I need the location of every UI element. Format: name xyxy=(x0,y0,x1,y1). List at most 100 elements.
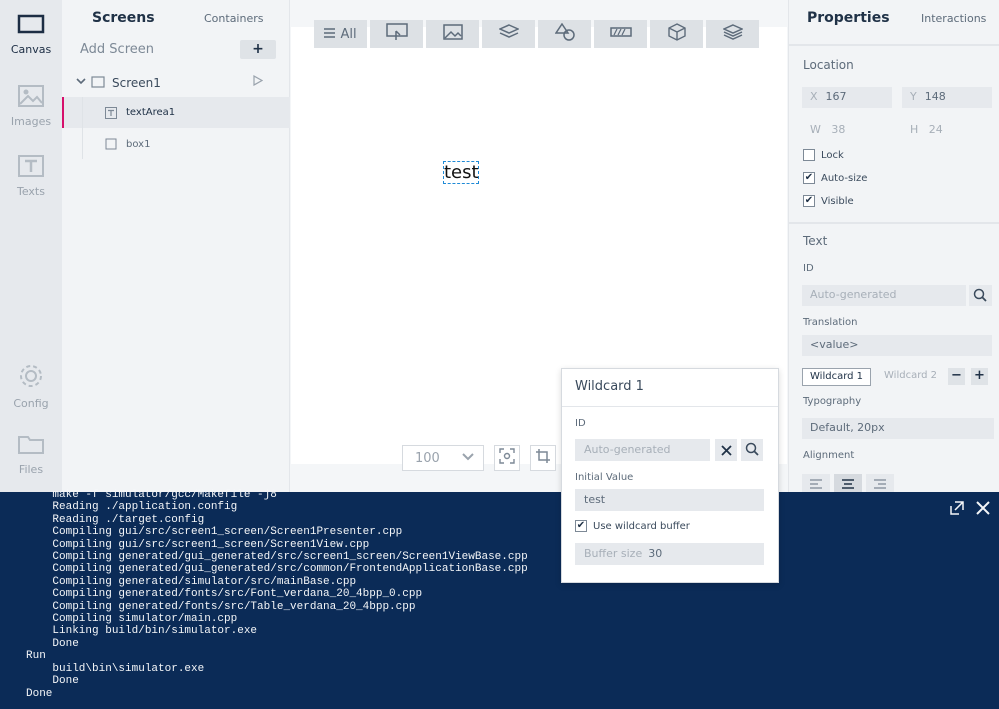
chevron-down-icon[interactable] xyxy=(76,76,86,89)
check-icon: ✔ xyxy=(803,172,815,184)
typography-label: Typography xyxy=(803,396,862,407)
add-screen-button[interactable]: + xyxy=(240,40,276,59)
filter-progress-button[interactable] xyxy=(594,20,647,48)
initial-value-input[interactable]: test xyxy=(575,489,764,511)
translation-field[interactable]: <value> xyxy=(802,335,992,356)
rail-label: Images xyxy=(10,115,52,128)
tree-item-label: textArea1 xyxy=(126,107,176,118)
location-heading: Location xyxy=(803,58,854,72)
tab-screens[interactable]: Screens xyxy=(92,10,155,26)
rail-item-images[interactable]: Images xyxy=(0,84,62,128)
h-label: H xyxy=(910,123,919,136)
rail-label: Config xyxy=(13,397,49,410)
search-icon xyxy=(745,441,759,460)
rail-item-canvas[interactable]: Canvas xyxy=(0,14,62,56)
chevron-down-icon xyxy=(461,449,475,466)
rail-label: Texts xyxy=(17,185,45,198)
checkbox-label: Visible xyxy=(821,195,854,207)
divider xyxy=(789,222,999,224)
x-label: X xyxy=(810,90,818,103)
close-icon[interactable] xyxy=(975,500,991,520)
tab-properties[interactable]: Properties xyxy=(807,10,890,26)
filter-all-label: All xyxy=(340,26,357,42)
id-label: ID xyxy=(803,263,814,274)
rail-label: Files xyxy=(18,463,44,476)
y-field[interactable]: Y 148 xyxy=(902,87,992,108)
y-label: Y xyxy=(910,90,917,103)
canvas-icon xyxy=(0,14,62,39)
filter-containers-button[interactable] xyxy=(482,20,535,48)
align-center-icon xyxy=(841,474,855,493)
w-value: 38 xyxy=(831,123,846,136)
widget-filter-bar: All xyxy=(314,20,759,48)
use-wildcard-buffer-checkbox[interactable]: ✔ Use wildcard buffer xyxy=(575,520,690,532)
stack-icon xyxy=(721,24,744,44)
crop-icon xyxy=(535,448,551,468)
checkbox-label: Auto-size xyxy=(821,172,868,184)
image-icon xyxy=(0,84,62,111)
divider xyxy=(789,44,999,46)
rail-label: Canvas xyxy=(10,43,52,56)
box-icon xyxy=(105,138,117,153)
clear-id-button[interactable] xyxy=(715,439,737,461)
crop-button[interactable] xyxy=(530,445,556,471)
tree-guide-line xyxy=(82,97,83,159)
popup-id-input[interactable]: Auto-generated xyxy=(575,439,710,461)
checkbox-box xyxy=(803,149,815,161)
filter-interaction-button[interactable] xyxy=(370,20,423,48)
tree-item-box[interactable]: box1 xyxy=(62,128,290,159)
folder-icon xyxy=(0,432,62,459)
tree-item-label: Screen1 xyxy=(112,76,161,90)
popup-id-label: ID xyxy=(575,418,586,429)
add-wildcard-button[interactable]: + xyxy=(971,368,988,385)
autosize-checkbox[interactable]: ✔ Auto-size xyxy=(803,172,867,184)
typography-select[interactable]: Default, 20px xyxy=(802,418,994,439)
text-icon xyxy=(0,154,62,181)
console-output: make -f simulator/gcc/Makefile -j8 Readi… xyxy=(26,489,528,700)
popup-id-search-button[interactable] xyxy=(741,439,763,461)
x-value: 167 xyxy=(825,90,847,103)
restore-icon[interactable] xyxy=(949,500,965,520)
tab-wildcard-2[interactable]: Wildcard 2 xyxy=(877,368,944,386)
fit-screen-button[interactable] xyxy=(494,445,520,471)
filter-3d-button[interactable] xyxy=(650,20,703,48)
filter-images-button[interactable] xyxy=(426,20,479,48)
id-input[interactable]: Auto-generated xyxy=(802,285,966,306)
zoom-select[interactable]: 100 xyxy=(402,445,484,471)
divider xyxy=(562,406,778,407)
console-panel: make -f simulator/gcc/Makefile -j8 Readi… xyxy=(0,489,999,709)
rail-item-config[interactable]: Config xyxy=(0,362,62,410)
visible-checkbox[interactable]: ✔ Visible xyxy=(803,195,854,207)
checkbox-label: Use wildcard buffer xyxy=(593,520,690,532)
text-heading: Text xyxy=(803,234,828,248)
align-center-button[interactable] xyxy=(834,474,862,492)
tab-interactions[interactable]: Interactions xyxy=(921,12,986,25)
filter-shapes-button[interactable] xyxy=(538,20,591,48)
play-icon[interactable] xyxy=(253,74,264,89)
popup-title: Wildcard 1 xyxy=(575,379,644,394)
x-field[interactable]: X 167 xyxy=(802,87,892,108)
shapes-icon xyxy=(554,22,575,45)
buffer-size-input[interactable]: Buffer size 30 xyxy=(575,543,764,565)
remove-wildcard-button[interactable]: − xyxy=(948,368,965,385)
textarea-icon xyxy=(105,107,117,122)
check-icon: ✔ xyxy=(803,195,815,207)
align-left-button[interactable] xyxy=(802,474,830,492)
filter-stack-button[interactable] xyxy=(706,20,759,48)
lock-checkbox[interactable]: Lock xyxy=(803,149,844,161)
translation-label: Translation xyxy=(803,317,858,328)
tab-wildcard-1[interactable]: Wildcard 1 xyxy=(802,368,872,386)
checkbox-label: Lock xyxy=(821,149,844,161)
rail-item-files[interactable]: Files xyxy=(0,432,62,476)
tab-containers[interactable]: Containers xyxy=(204,12,264,25)
screen-icon xyxy=(91,76,105,91)
align-right-button[interactable] xyxy=(866,474,894,492)
filter-all-button[interactable]: All xyxy=(314,20,367,48)
tree-item-textarea[interactable]: textArea1 xyxy=(62,97,290,128)
id-search-button[interactable] xyxy=(969,285,992,306)
check-icon: ✔ xyxy=(575,520,587,532)
text-area-widget[interactable]: test xyxy=(443,161,479,184)
rail-item-texts[interactable]: Texts xyxy=(0,154,62,198)
gear-icon xyxy=(0,362,62,393)
tree-item-screen[interactable]: Screen1 xyxy=(62,67,290,98)
